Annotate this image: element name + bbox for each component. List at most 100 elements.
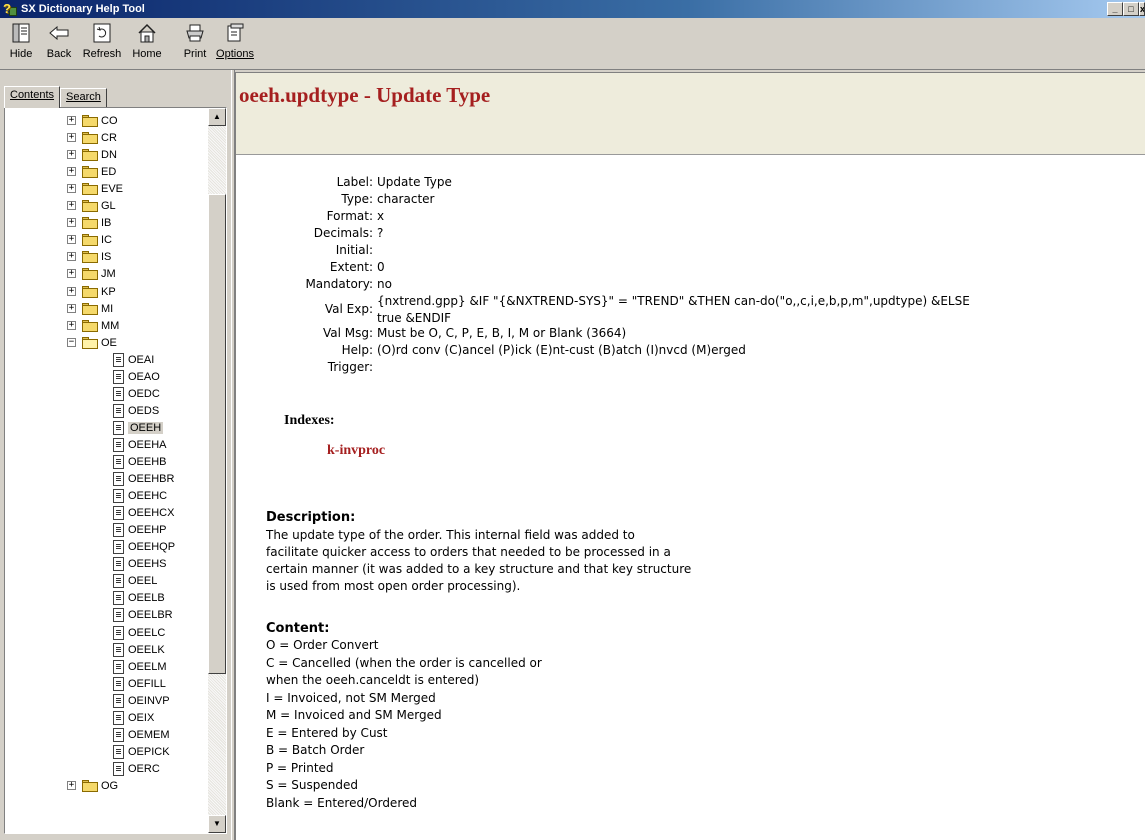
- content-line: B = Batch Order: [266, 743, 365, 757]
- tree-folder-label: CO: [101, 114, 118, 127]
- scroll-thumb[interactable]: [208, 194, 226, 674]
- tree-scrollbar[interactable]: ▲ ▼: [208, 108, 226, 833]
- tree-topic[interactable]: OEFILL: [113, 675, 166, 692]
- content-line: when the oeeh.canceldt is entered): [266, 673, 480, 687]
- tree-topic[interactable]: OEEHCX: [113, 504, 174, 521]
- tree-topic[interactable]: OEINVP: [113, 692, 170, 709]
- close-button[interactable]: x: [1139, 2, 1145, 16]
- tree-folder-item[interactable]: + IS: [67, 248, 111, 265]
- field-row: Mandatory: no: [236, 277, 1136, 294]
- expand-icon[interactable]: +: [67, 218, 76, 227]
- folder-icon: [82, 131, 98, 144]
- tree-folder-open[interactable]: − OE: [67, 334, 117, 351]
- tree-topic[interactable]: OEMEM: [113, 726, 170, 743]
- expand-icon[interactable]: +: [67, 781, 76, 790]
- tree-topic[interactable]: OEEHA: [113, 436, 167, 453]
- expand-icon[interactable]: +: [67, 269, 76, 278]
- print-button[interactable]: Print: [178, 18, 212, 68]
- help-app-icon: ?: [3, 1, 17, 16]
- tree-topic[interactable]: OEELM: [113, 658, 167, 675]
- scroll-down-button[interactable]: ▼: [208, 815, 226, 833]
- tree-folder-item[interactable]: + IC: [67, 231, 112, 248]
- tree-folder-item[interactable]: + MI: [67, 300, 113, 317]
- tree-topic[interactable]: OEEHB: [113, 453, 167, 470]
- field-value: x: [377, 209, 385, 223]
- expand-icon[interactable]: +: [67, 184, 76, 193]
- expand-icon[interactable]: +: [67, 321, 76, 330]
- refresh-button[interactable]: Refresh: [78, 18, 126, 68]
- topic-page-icon: [113, 642, 124, 657]
- contents-tree[interactable]: + CO + CR + DN + ED + EVE + GL + IB + IC + IS + JM + KP + MI + MM…: [5, 108, 208, 833]
- tree-folder-item[interactable]: + OG: [67, 777, 118, 794]
- expand-icon[interactable]: +: [67, 201, 76, 210]
- field-row: Trigger:: [236, 360, 1136, 377]
- folder-icon: [82, 779, 98, 792]
- tree-topic[interactable]: OEDC: [113, 385, 160, 402]
- tab-contents[interactable]: Contents: [4, 86, 61, 108]
- tree-topic-label: OEMEM: [128, 728, 170, 741]
- minimize-button[interactable]: _: [1107, 2, 1123, 16]
- tree-topic-label: OEDC: [128, 387, 160, 400]
- home-button[interactable]: Home: [126, 18, 168, 68]
- tree-topic-label: OEEH: [128, 421, 164, 434]
- tab-search[interactable]: Search: [60, 88, 107, 108]
- field-row: Help: (O)rd conv (C)ancel (P)ick (E)nt-cu…: [236, 343, 1136, 360]
- collapse-icon[interactable]: −: [67, 338, 76, 347]
- tree-folder-item[interactable]: + IB: [67, 214, 111, 231]
- expand-icon[interactable]: +: [67, 287, 76, 296]
- tree-topic[interactable]: OEELBR: [113, 606, 173, 623]
- tree-folder-item[interactable]: + JM: [67, 265, 116, 282]
- tree-folder-label: GL: [101, 199, 116, 212]
- tree-topic[interactable]: OERC: [113, 760, 160, 777]
- tree-topic-label: OEELK: [128, 643, 165, 656]
- expand-icon[interactable]: +: [67, 252, 76, 261]
- tree-topic[interactable]: OEEHC: [113, 487, 167, 504]
- expand-icon[interactable]: +: [67, 167, 76, 176]
- tree-folder-item[interactable]: + CR: [67, 129, 117, 146]
- tree-folder-item[interactable]: + EVE: [67, 180, 123, 197]
- expand-icon[interactable]: +: [67, 304, 76, 313]
- maximize-button[interactable]: □: [1123, 2, 1139, 16]
- topic-page-icon: [113, 420, 124, 435]
- printer-icon: [182, 22, 208, 44]
- tree-topic[interactable]: OEEL: [113, 572, 157, 589]
- expand-icon[interactable]: +: [67, 235, 76, 244]
- tree-folder-item[interactable]: + ED: [67, 163, 116, 180]
- tree-topic[interactable]: OEELC: [113, 624, 165, 641]
- tree-folder-item[interactable]: + DN: [67, 146, 117, 163]
- folder-icon: [82, 250, 98, 263]
- topic-page-icon: [113, 744, 124, 759]
- tree-topic[interactable]: OEIX: [113, 709, 154, 726]
- field-row: Decimals:?: [236, 226, 1136, 243]
- expand-icon[interactable]: +: [67, 150, 76, 159]
- tree-topic[interactable]: OEAO: [113, 368, 160, 385]
- tree-topic[interactable]: OEEHQP: [113, 538, 175, 555]
- field-label: Format:: [326, 209, 373, 223]
- tree-topic[interactable]: OEELB: [113, 589, 165, 606]
- options-button[interactable]: Options: [212, 18, 258, 68]
- tree-folder-item[interactable]: + KP: [67, 283, 116, 300]
- tree-folder-item[interactable]: + GL: [67, 197, 116, 214]
- tree-topic[interactable]: OEPICK: [113, 743, 170, 760]
- tree-topic[interactable]: OEEHBR: [113, 470, 174, 487]
- tree-topic[interactable]: OEELK: [113, 641, 165, 658]
- hide-button[interactable]: Hide: [2, 18, 40, 68]
- expand-icon[interactable]: +: [67, 116, 76, 125]
- expand-icon[interactable]: +: [67, 133, 76, 142]
- back-button[interactable]: Back: [40, 18, 78, 68]
- tree-topic-selected[interactable]: OEEH: [113, 419, 164, 436]
- tree-topic[interactable]: OEEHS: [113, 555, 167, 572]
- field-value: no: [377, 277, 392, 291]
- tree-topic[interactable]: OEAI: [113, 351, 154, 368]
- options-icon: [222, 22, 248, 44]
- tree-topic-label: OEEHB: [128, 455, 167, 468]
- scroll-up-button[interactable]: ▲: [208, 108, 226, 126]
- tree-topic[interactable]: OEDS: [113, 402, 159, 419]
- tree-topic[interactable]: OEEHP: [113, 521, 167, 538]
- navigation-pane: Contents Search + CO + CR + DN + ED + EVE + GL + IB + I…: [0, 86, 231, 840]
- tree-folder-item[interactable]: + MM: [67, 317, 119, 334]
- tree-folder-item[interactable]: + CO: [67, 112, 118, 129]
- topic-page-icon: [113, 454, 124, 469]
- tree-folder-label: OG: [101, 779, 119, 792]
- field-label: Initial:: [335, 243, 373, 257]
